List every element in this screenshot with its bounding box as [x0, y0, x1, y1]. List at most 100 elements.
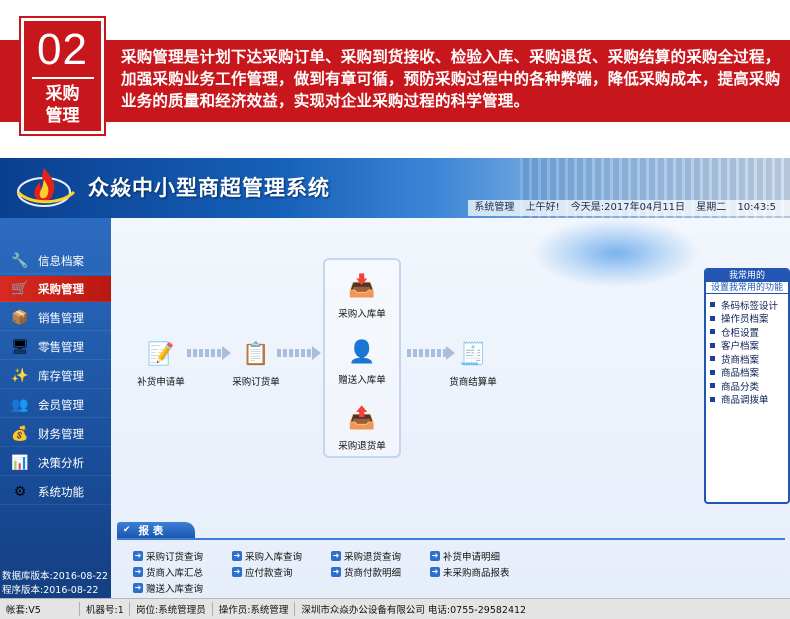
favorite-item[interactable]: 条码标签设计 — [710, 298, 788, 312]
favorite-item[interactable]: 客户档案 — [710, 339, 788, 352]
status-weekday: 星期二 — [696, 202, 727, 213]
flow-purchase-order[interactable]: 📋 采购订货单 — [216, 338, 296, 389]
flow-purchase-inbound[interactable]: 📥 采购入库单 — [322, 270, 402, 321]
arrow-right-icon: ➜ — [232, 551, 242, 561]
sidebar-item-label: 财务管理 — [38, 426, 84, 441]
favorite-item[interactable]: 商品调拨单 — [710, 393, 788, 407]
sidebar-item-sales[interactable]: 📦 销售管理 — [0, 305, 111, 331]
report-link[interactable]: ➜ 货商付款明细 — [331, 565, 401, 579]
inventory-icon: ✨ — [11, 367, 29, 384]
report-link[interactable]: ➜ 采购退货查询 — [331, 549, 401, 563]
header-status-bar: 系统管理 上午好! 今天是:2017年04月11日 星期二 10:43:5 — [468, 200, 790, 216]
report-link[interactable]: ➜ 采购订货查询 — [133, 549, 203, 563]
favorite-label: 商品分类 — [721, 381, 760, 393]
bullet-icon — [710, 329, 715, 335]
report-label: 采购订货查询 — [146, 552, 204, 563]
report-link[interactable]: ➜ 应付款查询 — [232, 565, 293, 579]
report-label: 采购退货查询 — [344, 552, 402, 563]
promo-banner: 02 采购管理 采购管理是计划下达采购订单、采购到货接收、检验入库、采购退货、采… — [0, 0, 790, 140]
db-version: 数据库版本:2016-08-22 — [2, 571, 108, 582]
status-bar: 帐套:V5 机器号:1 岗位:系统管理员 操作员:系统管理 深圳市众焱办公设备有… — [0, 598, 790, 619]
sidebar-item-inventory[interactable]: ✨ 库存管理 — [0, 363, 111, 389]
flow-replenish-request[interactable]: 📝 补货申请单 — [121, 338, 201, 389]
analysis-icon: 📊 — [11, 454, 29, 471]
report-link[interactable]: ➜ 采购入库查询 — [232, 549, 302, 563]
flow-label: 补货申请单 — [137, 377, 185, 388]
banner-description: 采购管理是计划下达采购订单、采购到货接收、检验入库、采购退货、采购结算的采购全过… — [121, 48, 781, 110]
sidebar-item-label: 零售管理 — [38, 339, 84, 354]
arrow-right-icon: ➜ — [331, 551, 341, 561]
inbound-box-icon: 📥 — [348, 273, 376, 299]
sidebar-item-label: 决策分析 — [38, 455, 84, 470]
bullet-icon — [710, 342, 715, 348]
flow-label: 采购退货单 — [338, 441, 386, 452]
sidebar-item-purchase[interactable]: 🛒 采购管理 — [0, 276, 111, 302]
app-version: 程序版本:2016-08-22 — [2, 585, 99, 596]
status-module: 系统管理 — [474, 202, 515, 213]
favorite-label: 条码标签设计 — [721, 300, 779, 312]
section-badge: 02 采购管理 — [19, 16, 106, 136]
sidebar-item-label: 库存管理 — [38, 368, 84, 383]
favorite-label: 仓柜设置 — [721, 327, 760, 339]
arrow-right-icon: ➜ — [133, 583, 143, 593]
report-label: 应付款查询 — [245, 568, 293, 579]
app-window: 众焱中小型商超管理系统 系统管理 上午好! 今天是:2017年04月11日 星期… — [0, 158, 790, 619]
favorite-item[interactable]: 操作员档案 — [710, 312, 788, 325]
sidebar-item-retail[interactable]: 🖥 零售管理 — [0, 334, 111, 360]
favorite-item[interactable]: 货商档案 — [710, 352, 788, 366]
sales-icon: 📦 — [11, 309, 29, 326]
flame-logo-icon — [16, 168, 76, 207]
arrow-right-icon: ➜ — [430, 567, 440, 577]
bullet-icon — [710, 315, 715, 321]
sidebar-item-member[interactable]: 👥 会员管理 — [0, 392, 111, 418]
status-account: 帐套:V5 — [0, 602, 80, 616]
report-link[interactable]: ➜ 赠送入库查询 — [133, 581, 203, 595]
status-date: 今天是:2017年04月11日 — [570, 202, 686, 213]
bullet-icon — [710, 369, 715, 375]
sidebar-item-system[interactable]: ⚙ 系统功能 — [0, 479, 111, 505]
sidebar-item-label: 销售管理 — [38, 310, 84, 325]
flow-label: 赠送入库单 — [338, 375, 386, 386]
bullet-icon — [710, 383, 715, 389]
favorite-label: 商品档案 — [721, 368, 760, 380]
flow-gift-inbound[interactable]: 👤 赠送入库单 — [322, 336, 402, 387]
favorites-header: 我常用的 — [706, 270, 788, 282]
favorites-panel: 我常用的 设置我常用的功能 条码标签设计 操作员档案 仓柜设置 客户档案 货商档… — [704, 268, 790, 504]
arrow-right-icon: ➜ — [133, 567, 143, 577]
arrow-right-icon: ➜ — [331, 567, 341, 577]
favorite-label: 商品调拨单 — [721, 395, 769, 407]
report-label: 采购入库查询 — [245, 552, 303, 563]
flow-purchase-return[interactable]: 📤 采购退货单 — [322, 402, 402, 453]
reports-tab-label: 报 表 — [138, 524, 164, 537]
sidebar-item-finance[interactable]: 💰 财务管理 — [0, 421, 111, 447]
sidebar-item-label: 信息档案 — [38, 253, 84, 268]
favorite-item[interactable]: 商品分类 — [710, 379, 788, 393]
flow-supplier-settlement[interactable]: 🧾 货商结算单 — [433, 338, 513, 389]
tools-icon: 🔧 — [11, 252, 29, 269]
sidebar-item-label: 系统功能 — [38, 484, 84, 499]
flow-label: 采购入库单 — [338, 309, 386, 320]
favorites-settings-link[interactable]: 设置我常用的功能 — [706, 282, 788, 294]
arrow-right-icon: ➜ — [133, 551, 143, 561]
favorite-item[interactable]: 仓柜设置 — [710, 325, 788, 339]
report-link[interactable]: ➜ 货商入库汇总 — [133, 565, 203, 579]
status-machine: 机器号:1 — [80, 602, 130, 616]
chevron-down-icon: ✔ — [123, 525, 131, 535]
section-number: 02 — [37, 25, 88, 74]
sidebar-item-label: 采购管理 — [38, 281, 84, 296]
status-time: 10:43:5 — [737, 202, 776, 213]
report-link[interactable]: ➜ 补货申请明细 — [430, 549, 500, 563]
favorite-item[interactable]: 商品档案 — [710, 366, 788, 380]
report-label: 未采购商品报表 — [443, 568, 510, 579]
purchase-icon: 🛒 — [11, 280, 29, 297]
arrow-right-icon: ➜ — [232, 567, 242, 577]
report-link[interactable]: ➜ 未采购商品报表 — [430, 565, 510, 579]
report-label: 货商付款明细 — [344, 568, 402, 579]
sidebar-item-info-archive[interactable]: 🔧 信息档案 — [0, 248, 111, 274]
status-greeting: 上午好! — [525, 202, 560, 213]
sidebar-item-analysis[interactable]: 📊 决策分析 — [0, 450, 111, 476]
section-title: 采购管理 — [45, 84, 80, 126]
reports-tab[interactable]: ✔ 报 表 — [117, 522, 195, 538]
report-label: 货商入库汇总 — [146, 568, 204, 579]
app-header: 众焱中小型商超管理系统 系统管理 上午好! 今天是:2017年04月11日 星期… — [0, 158, 790, 218]
